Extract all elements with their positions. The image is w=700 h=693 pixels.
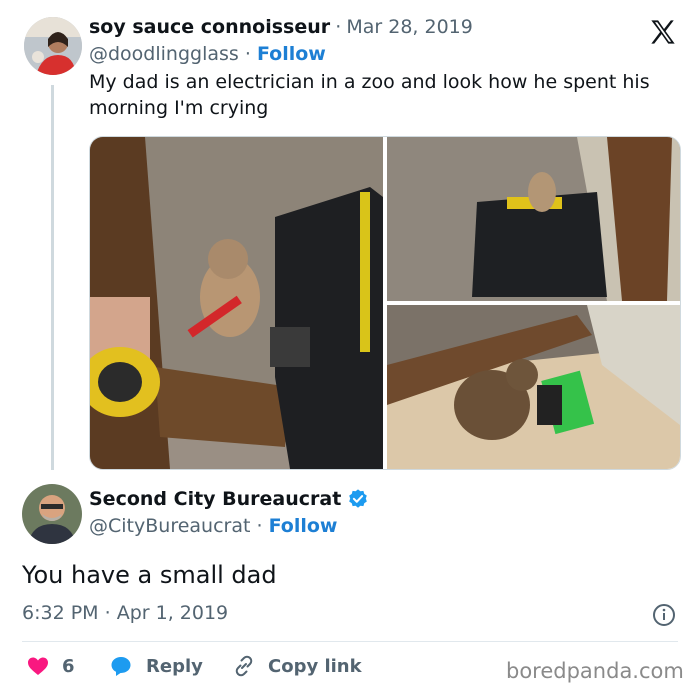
media-grid [89,136,681,470]
reply-button[interactable]: Reply [109,654,203,678]
separator: · [335,16,342,38]
display-name[interactable]: soy sauce connoisseur [89,16,330,38]
follow-button[interactable]: Follow [257,43,326,65]
handle[interactable]: @CityBureaucrat [89,515,250,537]
reply-text: You have a small dad [22,561,277,589]
handle-row: @CityBureaucrat · Follow [89,515,337,537]
avatar[interactable] [24,17,82,75]
avatar[interactable] [22,484,82,544]
photo-meerkat-green-tool[interactable] [387,305,680,469]
reply-label: Reply [146,655,203,677]
heart-icon [26,654,50,678]
photo-meerkat-in-bag[interactable] [387,137,680,301]
display-name[interactable]: Second City Bureaucrat [89,488,341,510]
tweet-text-line: morning I'm crying [89,97,269,119]
verified-badge-icon [347,488,369,510]
reply-header: Second City Bureaucrat [89,488,369,510]
tweet-text-line: My dad is an electrician in a zoo and lo… [89,71,650,93]
separator: · [256,515,263,537]
follow-button[interactable]: Follow [269,515,338,537]
watermark: boredpanda.com [506,659,684,683]
tweet-header: soy sauce connoisseur · Mar 28, 2019 [89,16,473,38]
info-icon[interactable] [652,603,676,627]
tweet-text: My dad is an electrician in a zoo and lo… [89,69,679,121]
divider [22,641,678,642]
separator: · [244,43,251,65]
separator: · [104,602,111,624]
link-icon [232,654,256,678]
handle-row: @doodlingglass · Follow [89,43,326,65]
like-count: 6 [62,655,75,677]
copy-link-button[interactable]: Copy link [232,654,362,678]
like-button[interactable]: 6 [26,654,75,678]
x-logo-icon[interactable] [649,18,677,46]
reply-date: Apr 1, 2019 [116,602,229,624]
tweet-date[interactable]: Mar 28, 2019 [346,16,473,38]
speech-bubble-icon [109,654,133,678]
photo-meerkat-screwdriver[interactable] [90,137,383,469]
timestamp-row[interactable]: 6:32 PM · Apr 1, 2019 [22,602,228,624]
handle[interactable]: @doodlingglass [89,43,239,65]
reply-time: 6:32 PM [22,602,99,624]
copy-link-label: Copy link [268,655,362,677]
thread-line [51,85,54,470]
